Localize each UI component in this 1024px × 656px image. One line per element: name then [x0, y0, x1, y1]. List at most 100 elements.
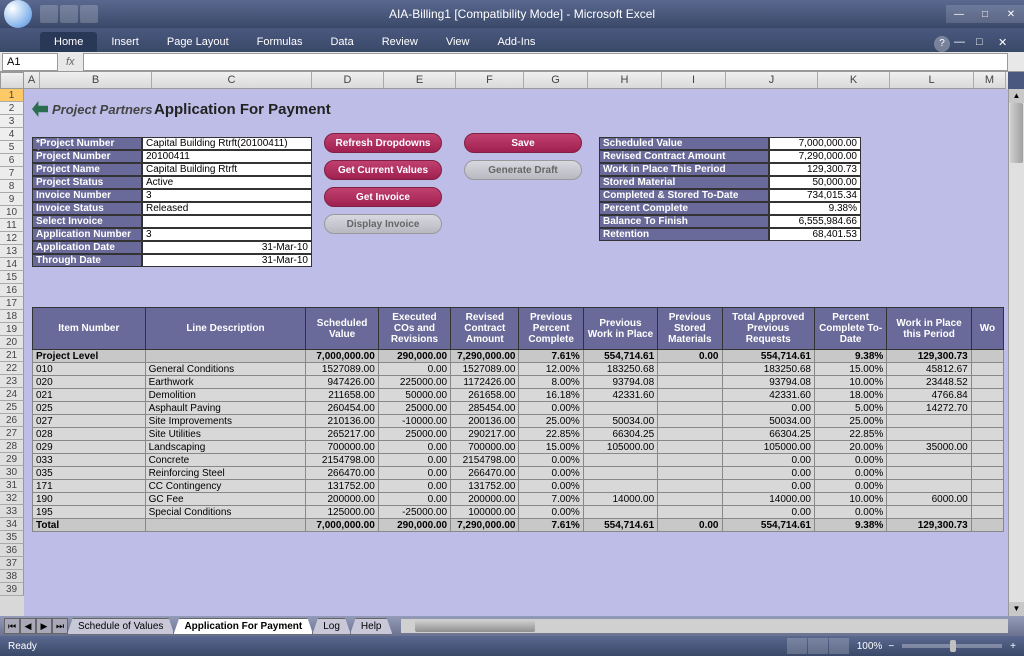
- row-header[interactable]: 18: [0, 310, 24, 323]
- row-header[interactable]: 8: [0, 180, 24, 193]
- table-cell[interactable]: [971, 402, 1003, 415]
- table-cell[interactable]: 9.38%: [814, 350, 886, 363]
- table-cell[interactable]: 6000.00: [887, 493, 971, 506]
- table-cell[interactable]: [971, 376, 1003, 389]
- form-value[interactable]: 31-Mar-10: [142, 241, 312, 254]
- table-cell[interactable]: 1527089.00: [306, 363, 378, 376]
- table-cell[interactable]: [971, 454, 1003, 467]
- sheet-nav-first-icon[interactable]: ⏮: [4, 618, 20, 634]
- table-cell[interactable]: [583, 402, 657, 415]
- table-cell[interactable]: 0.00: [722, 402, 814, 415]
- table-cell[interactable]: 195: [33, 506, 146, 519]
- row-header[interactable]: 37: [0, 557, 24, 570]
- table-row[interactable]: 029Landscaping700000.000.00700000.0015.0…: [33, 441, 1004, 454]
- table-cell[interactable]: General Conditions: [145, 363, 306, 376]
- row-header[interactable]: 3: [0, 115, 24, 128]
- table-cell[interactable]: 25000.00: [378, 402, 450, 415]
- sheet-nav-last-icon[interactable]: ⏭: [52, 618, 68, 634]
- row-header[interactable]: 5: [0, 141, 24, 154]
- table-cell[interactable]: [971, 441, 1003, 454]
- doc-close-button[interactable]: ✕: [998, 36, 1016, 50]
- column-header[interactable]: K: [818, 72, 890, 89]
- table-cell[interactable]: 14272.70: [887, 402, 971, 415]
- table-cell[interactable]: 131752.00: [451, 480, 519, 493]
- table-cell[interactable]: 25.00%: [814, 415, 886, 428]
- table-cell[interactable]: Landscaping: [145, 441, 306, 454]
- row-header[interactable]: 13: [0, 245, 24, 258]
- close-button[interactable]: ✕: [998, 5, 1024, 23]
- table-cell[interactable]: [887, 506, 971, 519]
- table-cell[interactable]: [658, 428, 722, 441]
- table-cell[interactable]: [658, 402, 722, 415]
- table-cell[interactable]: 0.00%: [814, 480, 886, 493]
- table-header[interactable]: Previous Work in Place: [583, 308, 657, 350]
- row-header[interactable]: 17: [0, 297, 24, 310]
- table-cell[interactable]: 105000.00: [583, 441, 657, 454]
- table-cell[interactable]: 14000.00: [583, 493, 657, 506]
- table-cell[interactable]: [887, 454, 971, 467]
- table-cell[interactable]: 10.00%: [814, 493, 886, 506]
- table-cell[interactable]: 7,000,000.00: [306, 519, 378, 532]
- column-header[interactable]: L: [890, 72, 974, 89]
- table-cell[interactable]: 266470.00: [451, 467, 519, 480]
- qat-save-icon[interactable]: [40, 5, 58, 23]
- table-cell[interactable]: 16.18%: [519, 389, 583, 402]
- view-page-layout-icon[interactable]: [808, 638, 828, 654]
- table-cell[interactable]: [583, 467, 657, 480]
- row-header[interactable]: 16: [0, 284, 24, 297]
- table-cell[interactable]: Site Utilities: [145, 428, 306, 441]
- zoom-level[interactable]: 100%: [857, 641, 883, 652]
- table-cell[interactable]: 7.00%: [519, 493, 583, 506]
- row-header[interactable]: 33: [0, 505, 24, 518]
- column-header[interactable]: E: [384, 72, 456, 89]
- table-cell[interactable]: [658, 415, 722, 428]
- table-cell[interactable]: 100000.00: [451, 506, 519, 519]
- table-header[interactable]: Revised Contract Amount: [451, 308, 519, 350]
- table-cell[interactable]: 129,300.73: [887, 519, 971, 532]
- table-cell[interactable]: 7,290,000.00: [451, 350, 519, 363]
- zoom-out-icon[interactable]: −: [888, 641, 894, 652]
- table-cell[interactable]: 0.00: [722, 454, 814, 467]
- column-header[interactable]: B: [40, 72, 152, 89]
- table-cell[interactable]: [658, 389, 722, 402]
- table-cell[interactable]: 020: [33, 376, 146, 389]
- table-cell[interactable]: 0.00%: [519, 467, 583, 480]
- zoom-in-icon[interactable]: +: [1010, 641, 1016, 652]
- table-row[interactable]: 021Demolition211658.0050000.00261658.001…: [33, 389, 1004, 402]
- table-row[interactable]: 027Site Improvements210136.00-10000.0020…: [33, 415, 1004, 428]
- table-cell[interactable]: 0.00: [722, 506, 814, 519]
- table-cell[interactable]: 25.00%: [519, 415, 583, 428]
- table-row[interactable]: 033Concrete2154798.000.002154798.000.00%…: [33, 454, 1004, 467]
- table-cell[interactable]: [971, 519, 1003, 532]
- table-cell[interactable]: 554,714.61: [722, 350, 814, 363]
- row-header[interactable]: 7: [0, 167, 24, 180]
- minimize-button[interactable]: —: [946, 5, 972, 23]
- table-cell[interactable]: 4766.84: [887, 389, 971, 402]
- row-header[interactable]: 2: [0, 102, 24, 115]
- table-cell[interactable]: 9.38%: [814, 519, 886, 532]
- worksheet-cells[interactable]: Project Partners Application For Payment…: [24, 89, 1008, 616]
- scroll-thumb[interactable]: [1010, 103, 1023, 163]
- table-cell[interactable]: 210136.00: [306, 415, 378, 428]
- table-cell[interactable]: 93794.08: [722, 376, 814, 389]
- table-row[interactable]: 010General Conditions1527089.000.0015270…: [33, 363, 1004, 376]
- table-cell[interactable]: GC Fee: [145, 493, 306, 506]
- table-cell[interactable]: 290,000.00: [378, 519, 450, 532]
- column-header[interactable]: F: [456, 72, 524, 89]
- table-cell[interactable]: [658, 467, 722, 480]
- qat-undo-icon[interactable]: [60, 5, 78, 23]
- qat-redo-icon[interactable]: [80, 5, 98, 23]
- form-value[interactable]: 3: [142, 228, 312, 241]
- table-cell[interactable]: Concrete: [145, 454, 306, 467]
- row-header[interactable]: 27: [0, 427, 24, 440]
- table-cell[interactable]: 10.00%: [814, 376, 886, 389]
- table-cell[interactable]: 025: [33, 402, 146, 415]
- table-cell[interactable]: 183250.68: [722, 363, 814, 376]
- table-header[interactable]: Previous Stored Materials: [658, 308, 722, 350]
- table-cell[interactable]: [583, 480, 657, 493]
- row-header[interactable]: 38: [0, 570, 24, 583]
- table-cell[interactable]: [887, 415, 971, 428]
- column-header[interactable]: D: [312, 72, 384, 89]
- table-cell[interactable]: 700000.00: [451, 441, 519, 454]
- table-cell[interactable]: [658, 363, 722, 376]
